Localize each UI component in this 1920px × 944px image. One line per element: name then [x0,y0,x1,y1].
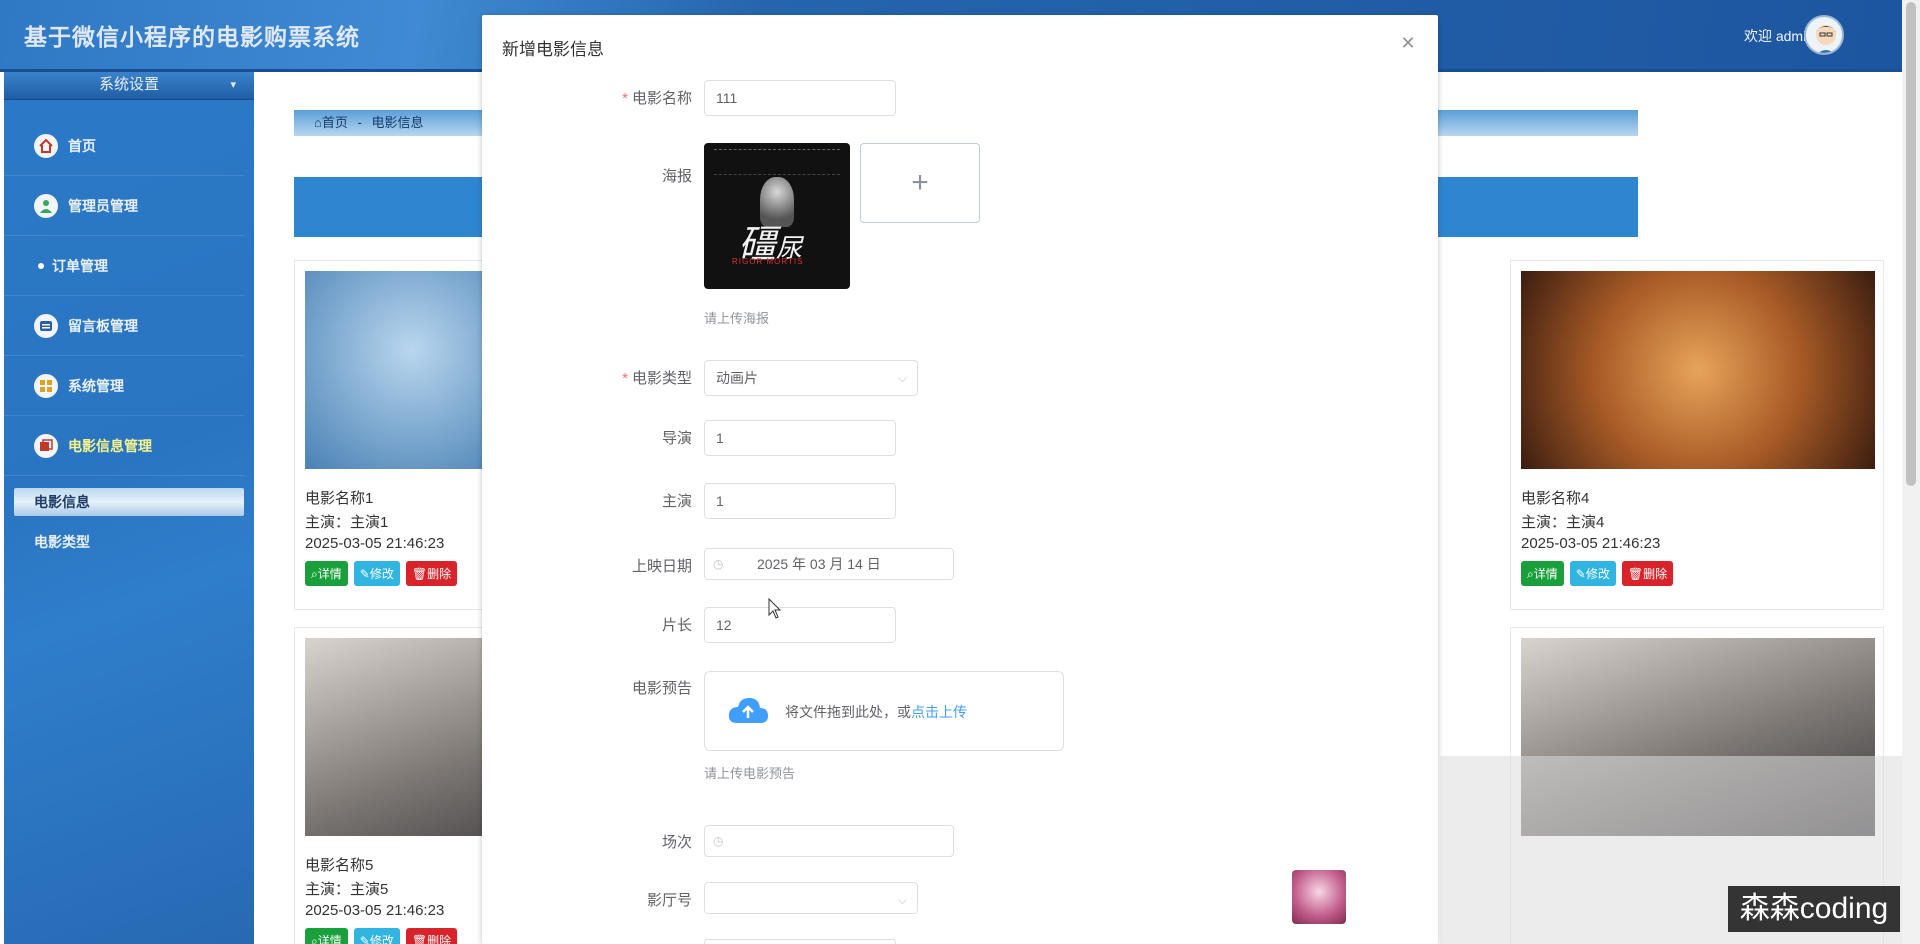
clock-icon: ◷ [713,834,724,848]
director-input[interactable]: 1 [704,420,896,456]
upload-text: 将文件拖到此处，或点击上传 [785,704,967,720]
form-row-trailer: 电影预告 将文件拖到此处，或点击上传 [482,671,1438,753]
close-icon[interactable]: ✕ [1398,33,1418,53]
actor-input[interactable]: 1 [704,483,896,519]
form-label: 海报 [661,168,692,185]
watermark: 森森coding [1728,886,1900,932]
trailer-tip: 请上传电影预告 [704,766,796,781]
form-label: 影厅号 [646,892,692,909]
mouse-cursor-icon [768,598,782,619]
add-movie-dialog: 新增电影信息 ✕ * 电影名称 111 海报 礓尿 RIGOR MORTIS + … [482,15,1438,944]
clock-icon: ◷ [713,557,724,571]
movie-name-input[interactable]: 111 [704,80,896,116]
required-mark: * [622,370,628,387]
sticker-avatar [1292,870,1346,924]
form-label: 上映日期 [631,558,692,575]
scrollbar-thumb[interactable] [1906,2,1916,486]
form-label: 场次 [661,834,692,851]
page-scrollbar[interactable] [1902,0,1920,944]
form-label: 导演 [661,430,692,447]
form-label: 片长 [661,617,692,634]
chevron-down-icon: ⌵ [897,371,907,385]
form-label: 主演 [661,493,692,510]
next-field-input[interactable] [704,939,896,944]
form-row-poster: 海报 礓尿 RIGOR MORTIS + [482,143,1438,293]
cloud-upload-icon [728,698,768,723]
dialog-title: 新增电影信息 [502,40,604,59]
required-mark: * [622,90,628,107]
release-date-picker[interactable]: ◷ 2025 年 03 月 14 日 [704,548,954,580]
session-time-picker[interactable]: ◷ [704,825,954,857]
form-label: * 电影名称 [622,90,692,107]
trailer-upload-dragger[interactable]: 将文件拖到此处，或点击上传 [704,671,1064,751]
form-label: 电影预告 [631,680,692,697]
chevron-down-icon: ⌵ [897,893,907,907]
form-label: * 电影类型 [622,370,692,387]
poster-thumbnail[interactable]: 礓尿 RIGOR MORTIS [704,143,850,289]
duration-input[interactable]: 12 [704,607,896,643]
upload-link[interactable]: 点击上传 [911,704,967,720]
poster-tip: 请上传海报 [704,311,770,326]
upload-plus-button[interactable]: + [860,143,980,223]
hall-select[interactable]: ⌵ [704,882,918,914]
movie-type-select[interactable]: 动画片 ⌵ [704,360,918,396]
